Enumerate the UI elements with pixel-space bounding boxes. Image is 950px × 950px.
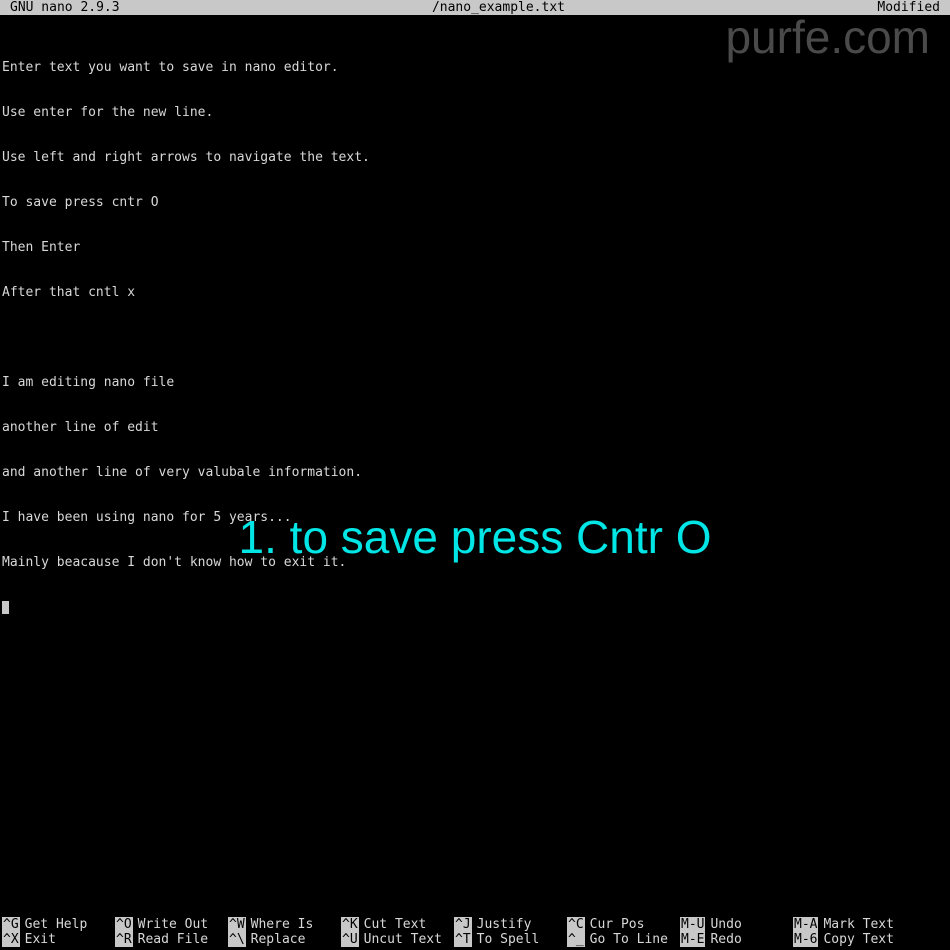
shortcut-exit[interactable]: ^XExit [0,932,115,947]
cursor-icon [2,601,9,614]
editor-line: Then Enter [2,240,948,255]
watermark-text: purfe.com [725,30,930,45]
shortcut-row-2: ^XExit ^RRead File ^\Replace ^UUncut Tex… [0,932,950,947]
app-name: GNU nano 2.9.3 [0,0,120,15]
shortcut-replace[interactable]: ^\Replace [228,932,341,947]
shortcut-go-to-line[interactable]: ^_Go To Line [567,932,680,947]
editor-line: After that cntl x [2,285,948,300]
editor-line: Use enter for the new line. [2,105,948,120]
shortcut-get-help[interactable]: ^GGet Help [0,917,115,932]
editor-line: Use left and right arrows to navigate th… [2,150,948,165]
shortcut-cut-text[interactable]: ^KCut Text [341,917,454,932]
shortcut-write-out[interactable]: ^OWrite Out [115,917,228,932]
editor-line: I am editing nano file [2,375,948,390]
editor-line [2,330,948,345]
shortcut-undo[interactable]: M-UUndo [680,917,793,932]
editor-line: To save press cntr O [2,195,948,210]
annotation-overlay: 1. to save press Cntr O [0,530,950,545]
shortcut-where-is[interactable]: ^WWhere Is [228,917,341,932]
shortcut-to-spell[interactable]: ^TTo Spell [454,932,567,947]
shortcut-copy-text[interactable]: M-6Copy Text [793,932,906,947]
shortcut-cur-pos[interactable]: ^CCur Pos [567,917,680,932]
shortcut-uncut-text[interactable]: ^UUncut Text [341,932,454,947]
editor-line: and another line of very valubale inform… [2,465,948,480]
shortcut-justify[interactable]: ^JJustify [454,917,567,932]
shortcut-row-1: ^GGet Help ^OWrite Out ^WWhere Is ^KCut … [0,917,950,932]
shortcut-bar: ^GGet Help ^OWrite Out ^WWhere Is ^KCut … [0,917,950,947]
editor-line: another line of edit [2,420,948,435]
shortcut-mark-text[interactable]: M-AMark Text [793,917,906,932]
cursor-line [2,600,948,615]
shortcut-read-file[interactable]: ^RRead File [115,932,228,947]
shortcut-redo[interactable]: M-ERedo [680,932,793,947]
